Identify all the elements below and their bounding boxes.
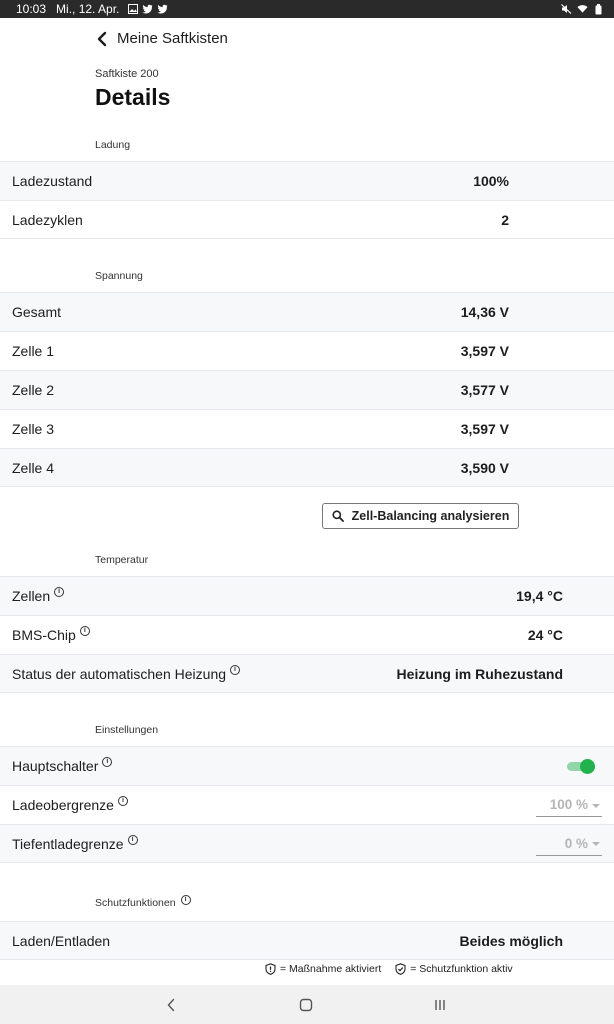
hauptschalter-toggle[interactable] [567,759,595,774]
select-value: 100 % [549,797,588,812]
row-ladezustand: Ladezustand 100% [0,161,614,200]
back-label: Meine Saftkisten [117,30,228,47]
caret-down-icon [592,842,600,846]
wifi-icon [577,4,588,15]
device-name: Saftkiste 200 [95,68,159,80]
section-label-ladung: Ladung [95,139,131,151]
row-tiefentladegrenze: Tiefentladegrenze i 0 % [0,824,614,863]
row-label: Status der automatischen Heizung [12,665,227,682]
analyze-balancing-button[interactable]: Zell-Balancing analysieren [322,503,519,529]
row-zelle-2: Zelle 2 3,577 V [0,370,614,409]
row-zelle-4: Zelle 4 3,590 V [0,448,614,487]
info-icon[interactable]: i [180,895,191,905]
section-label-schutzfunktionen: Schutzfunktionen i [95,895,191,909]
row-label: Gesamt [12,304,62,320]
row-label: Zelle 1 [12,343,55,359]
battery-icon [593,3,604,15]
shield-check-icon [395,963,406,975]
row-value: Beides möglich [459,932,563,949]
row-gesamt: Gesamt 14,36 V [0,292,614,331]
mute-icon [561,4,572,15]
select-value: 0 % [564,835,588,851]
back-button[interactable]: Meine Saftkisten [95,30,228,47]
row-value: 100% [473,173,509,189]
legend: = Maßnahme aktiviert = Schutzfunktion ak… [265,963,513,975]
row-label: Ladezustand [12,173,93,189]
row-hauptschalter: Hauptschalter i [0,746,614,785]
row-value: 14,36 V [460,304,509,320]
twitter-icon [142,4,153,15]
page-title: Details [95,84,171,110]
twitter-icon [157,4,168,15]
row-value: 3,597 V [460,421,509,437]
row-heizung: Status der automatischen Heizung i Heizun… [0,654,614,693]
recent-apps-icon [435,1000,445,1010]
ladeobergrenze-select[interactable]: 100 % [536,793,602,817]
row-laden-entladen: Laden/Entladen Beides möglich [0,921,614,960]
info-icon[interactable]: i [54,587,65,597]
row-zellen-temp: Zellen i 19,4 °C [0,576,614,615]
toggle-knob [580,759,595,774]
caret-down-icon [592,803,600,808]
row-label: Zelle 3 [12,421,55,437]
info-icon[interactable]: i [127,834,138,845]
info-icon[interactable]: i [117,796,128,806]
row-value: 3,597 V [460,343,509,359]
row-value: 3,590 V [460,459,509,476]
row-label: Zelle 4 [12,459,55,476]
row-label: Laden/Entladen [12,932,111,949]
section-label-spannung: Spannung [95,270,143,282]
section-label-text: Schutzfunktionen [95,897,176,909]
row-label: Tiefentladegrenze [12,835,124,852]
row-value: Heizung im Ruhezustand [396,665,563,682]
chevron-left-icon [167,998,175,1012]
row-ladeobergrenze: Ladeobergrenze i 100 % [0,785,614,824]
analyze-button-label: Zell-Balancing analysieren [351,509,510,523]
row-value: 24 °C [527,627,563,643]
status-bar: 10:03 Mi., 12. Apr. [0,0,614,18]
row-label: Ladezyklen [12,211,83,228]
legend-schutzfunktion: = Schutzfunktion aktiv [410,963,513,975]
row-label: Ladeobergrenze [12,797,114,813]
row-value: 19,4 °C [516,588,563,604]
home-icon [299,998,313,1012]
gallery-icon [127,4,138,15]
section-label-temperatur: Temperatur [95,554,149,566]
chevron-left-icon [97,31,107,46]
row-label: Zellen [12,588,51,604]
row-ladezyklen: Ladezyklen 2 [0,200,614,239]
shield-exclamation-icon [265,963,276,975]
info-icon[interactable]: i [102,757,113,767]
search-icon [332,510,344,522]
row-value: 2 [501,211,509,228]
row-label: BMS-Chip [12,627,76,643]
row-label: Zelle 2 [12,382,55,398]
row-zelle-1: Zelle 1 3,597 V [0,331,614,370]
nav-back-button[interactable] [161,995,181,1015]
tiefentladegrenze-select[interactable]: 0 % [536,832,602,856]
status-date: Mi., 12. Apr. [56,2,120,16]
section-label-einstellungen: Einstellungen [95,724,159,736]
row-zelle-3: Zelle 3 3,597 V [0,409,614,448]
info-icon[interactable]: i [230,664,241,675]
system-navigation-bar [0,985,614,1024]
nav-recent-apps-button[interactable] [430,995,450,1015]
row-bms-chip: BMS-Chip i 24 °C [0,615,614,654]
nav-home-button[interactable] [296,995,316,1015]
row-label: Hauptschalter [12,758,99,774]
status-time: 10:03 [16,2,47,16]
info-icon[interactable]: i [79,626,90,636]
row-value: 3,577 V [460,382,509,398]
legend-massnahme: = Maßnahme aktiviert [280,963,382,975]
